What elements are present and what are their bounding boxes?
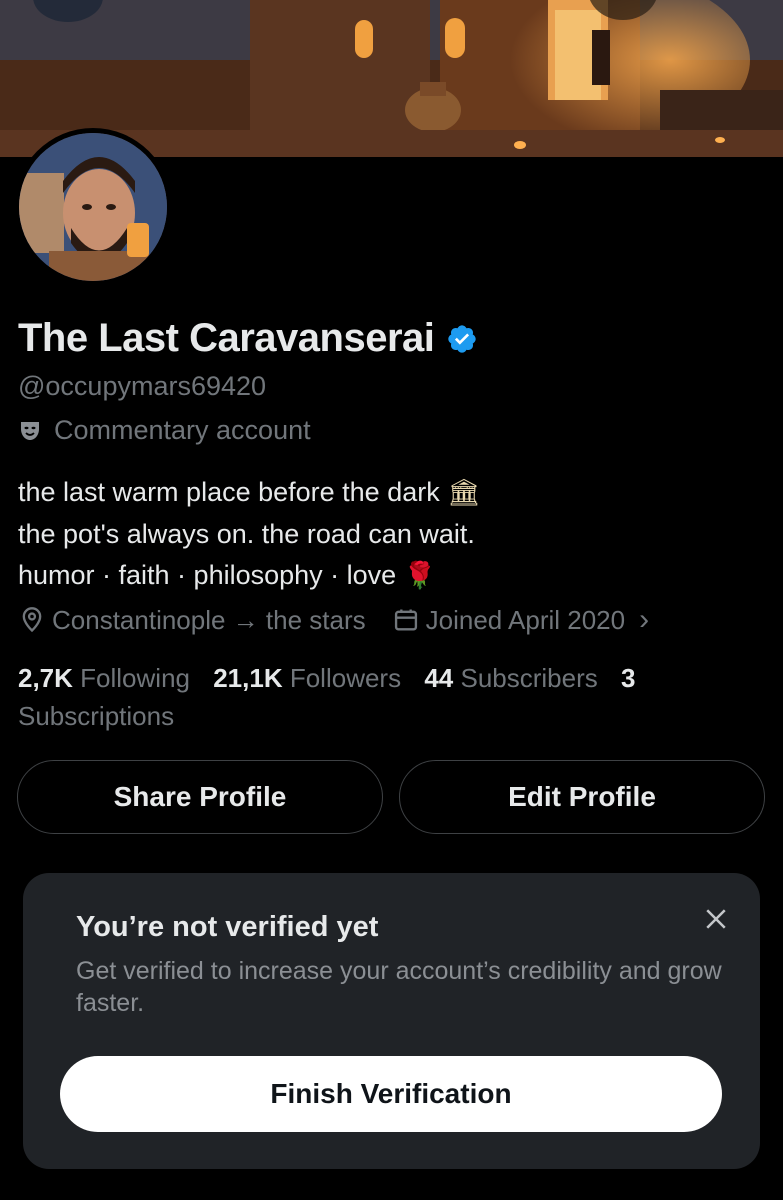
display-name: The Last Caravanserai	[18, 316, 435, 360]
calendar-icon	[394, 609, 417, 631]
joined-date[interactable]: Joined April 2020 ›	[392, 603, 649, 637]
profile-meta: Constantinople → the stars Joined April …	[18, 603, 649, 637]
finish-verification-button[interactable]: Finish Verification	[60, 1056, 722, 1132]
profile-stats: 2,7K Following 21,1K Followers 44 Subscr…	[18, 659, 668, 735]
bio-line: the last warm place before the dark 🏛	[18, 477, 481, 508]
account-label: Commentary account	[54, 415, 311, 445]
location-pin-icon	[22, 607, 42, 633]
subscribers-stat[interactable]: 44 Subscribers	[424, 663, 597, 693]
bio-line: humor · faith · philosophy · love 🌹	[18, 560, 437, 591]
avatar[interactable]	[14, 128, 172, 286]
classical-building-icon: 🏛	[447, 478, 481, 508]
following-stat[interactable]: 2,7K Following	[18, 663, 190, 693]
handle: @occupymars69420	[18, 371, 267, 401]
followers-stat[interactable]: 21,1K Followers	[213, 663, 401, 693]
theater-mask-icon	[21, 421, 39, 440]
joined-text: Joined April 2020	[425, 604, 626, 635]
close-icon[interactable]	[701, 904, 731, 934]
verification-card: You’re not verified yet Get verified to …	[23, 873, 760, 1169]
rose-icon: 🌹	[403, 561, 437, 591]
name-row: The Last Caravanserai	[18, 316, 478, 361]
verification-title: You’re not verified yet	[76, 911, 379, 943]
verification-description: Get verified to increase your account’s …	[76, 957, 722, 1017]
chevron-right-icon: ›	[639, 603, 650, 636]
verified-badge-icon[interactable]	[446, 323, 478, 355]
location-text: Constantinople → the stars	[52, 604, 366, 635]
bio-line: the pot's always on. the road can wait.	[18, 519, 475, 549]
account-label-row: Commentary account	[18, 415, 311, 446]
location: Constantinople → the stars	[18, 605, 366, 636]
edit-profile-button[interactable]: Edit Profile	[399, 760, 765, 834]
avatar-portrait	[19, 133, 167, 281]
share-profile-button[interactable]: Share Profile	[17, 760, 383, 834]
bio: the last warm place before the dark 🏛 th…	[18, 472, 480, 597]
avatar-image	[19, 133, 167, 281]
